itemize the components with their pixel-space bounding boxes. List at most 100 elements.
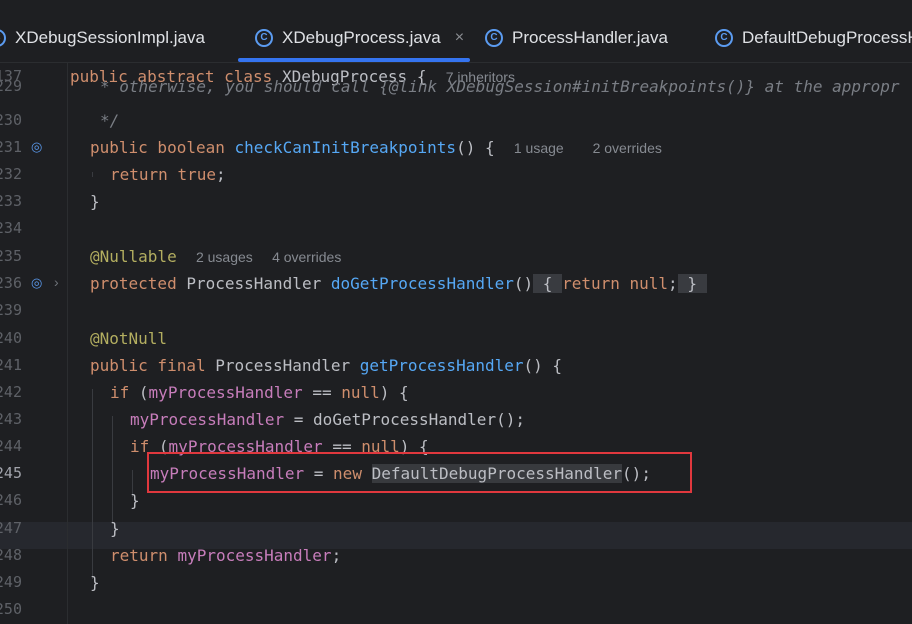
code-row: 247 } bbox=[0, 515, 912, 542]
line-number: 231 bbox=[0, 138, 22, 156]
literal: null bbox=[341, 383, 380, 402]
code-line: } bbox=[110, 519, 120, 538]
literal: null bbox=[629, 274, 669, 293]
annotation: @Nullable bbox=[90, 247, 177, 266]
tab-label: XDebugProcess.java bbox=[282, 28, 441, 47]
overridden-method-icon[interactable]: ◎ bbox=[31, 275, 47, 291]
class-icon: C bbox=[0, 29, 6, 47]
line-number: 247 bbox=[0, 519, 22, 537]
line-number: 249 bbox=[0, 573, 22, 591]
class-icon: C bbox=[255, 29, 273, 47]
code-text: ; bbox=[331, 546, 342, 565]
keyword: return bbox=[110, 165, 168, 184]
code-line: if (myProcessHandler == null) { bbox=[110, 379, 409, 406]
line-number: 241 bbox=[0, 356, 22, 374]
line-number: 250 bbox=[0, 600, 22, 618]
line-number: 244 bbox=[0, 437, 22, 455]
line-number: 243 bbox=[0, 410, 22, 428]
line-number: 235 bbox=[0, 247, 22, 265]
code-row: 249 } bbox=[0, 569, 912, 596]
code-row: 234 bbox=[0, 215, 912, 242]
overrides-hint[interactable]: 4 overrides bbox=[272, 249, 341, 265]
code-line: myProcessHandler = doGetProcessHandler()… bbox=[130, 406, 525, 433]
code-editor[interactable]: 137 public abstract class XDebugProcess … bbox=[0, 63, 912, 624]
doc-comment: * otherwise, you should call {@link XDeb… bbox=[100, 80, 900, 96]
code-line: @Nullable 2 usages 4 overrides bbox=[90, 243, 341, 271]
code-text: ( bbox=[138, 383, 149, 402]
field-ref: myProcessHandler bbox=[177, 546, 332, 565]
code-line: return true; bbox=[110, 161, 226, 188]
code-row: 232 return true; bbox=[0, 161, 912, 188]
line-number: 236 bbox=[0, 274, 22, 292]
keyword: return bbox=[562, 274, 620, 293]
code-text: () { bbox=[456, 138, 495, 157]
literal: true bbox=[177, 165, 216, 184]
code-row: 233 } bbox=[0, 188, 912, 215]
code-line: * otherwise, you should call {@link XDeb… bbox=[100, 80, 900, 100]
usages-hint[interactable]: 2 usages bbox=[196, 249, 253, 265]
tab-defaultdebugprocesshandler[interactable]: C DefaultDebugProcessH bbox=[715, 18, 912, 58]
code-line: @NotNull bbox=[90, 325, 167, 352]
code-row: 240 @NotNull bbox=[0, 325, 912, 352]
line-number: 246 bbox=[0, 491, 22, 509]
tab-label: XDebugSessionImpl.java bbox=[15, 28, 205, 47]
class-icon: C bbox=[715, 29, 733, 47]
code-row: 243 myProcessHandler = doGetProcessHandl… bbox=[0, 406, 912, 433]
keyword: public boolean bbox=[90, 138, 225, 157]
usages-hint[interactable]: 1 usage bbox=[514, 140, 564, 156]
fold-marker-open[interactable]: { bbox=[533, 274, 563, 293]
code-text: doGetProcessHandler(); bbox=[313, 410, 525, 429]
keyword: public final bbox=[90, 356, 206, 375]
operator: = bbox=[293, 410, 304, 429]
line-number: 229 bbox=[0, 80, 22, 95]
code-row: 239 bbox=[0, 297, 912, 324]
code-line: } bbox=[90, 192, 100, 211]
code-line: return myProcessHandler; bbox=[110, 542, 341, 569]
code-line: } bbox=[90, 573, 100, 592]
keyword: if bbox=[110, 383, 130, 402]
code-row: 250 bbox=[0, 596, 912, 623]
line-number: 248 bbox=[0, 546, 22, 564]
code-text: ; bbox=[668, 274, 678, 293]
tab-label: ProcessHandler.java bbox=[512, 28, 668, 47]
doc-comment: */ bbox=[100, 111, 120, 130]
overrides-hint[interactable]: 2 overrides bbox=[593, 140, 662, 156]
keyword: return bbox=[110, 546, 168, 565]
tab-label: DefaultDebugProcessH bbox=[742, 28, 912, 47]
code-row: 229 * otherwise, you should call {@link … bbox=[0, 80, 912, 100]
line-number: 240 bbox=[0, 329, 22, 347]
type-name: ProcessHandler bbox=[186, 274, 322, 293]
code-text: ; bbox=[215, 165, 226, 184]
line-number: 234 bbox=[0, 219, 22, 237]
code-row: 235 @Nullable 2 usages 4 overrides bbox=[0, 243, 912, 270]
code-line: public final ProcessHandler getProcessHa… bbox=[90, 352, 562, 379]
tab-xdebugsessionimpl[interactable]: C XDebugSessionImpl.java bbox=[0, 18, 205, 58]
method-name: getProcessHandler bbox=[359, 356, 524, 375]
method-name: doGetProcessHandler bbox=[330, 274, 514, 293]
highlight-annotation-box bbox=[147, 452, 692, 493]
chevron-right-icon[interactable]: › bbox=[54, 274, 59, 290]
keyword: protected bbox=[90, 274, 177, 293]
code-row: 241 public final ProcessHandler getProce… bbox=[0, 352, 912, 379]
overridden-method-icon[interactable]: ◎ bbox=[31, 139, 47, 155]
line-number: 233 bbox=[0, 192, 22, 210]
operator: == bbox=[312, 383, 332, 402]
code-row: 236 ◎ › protected ProcessHandler doGetPr… bbox=[0, 270, 912, 297]
line-number: 245 bbox=[0, 464, 22, 482]
tab-xdebugprocess[interactable]: C XDebugProcess.java × bbox=[255, 18, 464, 58]
close-icon[interactable]: × bbox=[455, 29, 464, 47]
annotation: @NotNull bbox=[90, 329, 168, 348]
editor-tab-bar: C XDebugSessionImpl.java C XDebugProcess… bbox=[0, 0, 912, 63]
method-name: checkCanInitBreakpoints bbox=[234, 138, 457, 157]
code-row: 231 ◎ public boolean checkCanInitBreakpo… bbox=[0, 134, 912, 161]
code-text: () bbox=[513, 274, 534, 293]
code-text: () { bbox=[523, 356, 563, 375]
tab-processhandler[interactable]: C ProcessHandler.java bbox=[485, 18, 668, 58]
code-row: 230 */ bbox=[0, 107, 912, 134]
code-line: */ bbox=[100, 107, 119, 134]
class-icon: C bbox=[485, 29, 503, 47]
line-number: 230 bbox=[0, 111, 22, 129]
code-line: public boolean checkCanInitBreakpoints()… bbox=[90, 134, 662, 162]
fold-brace: } bbox=[687, 274, 697, 293]
fold-marker-close[interactable]: } bbox=[677, 274, 707, 293]
